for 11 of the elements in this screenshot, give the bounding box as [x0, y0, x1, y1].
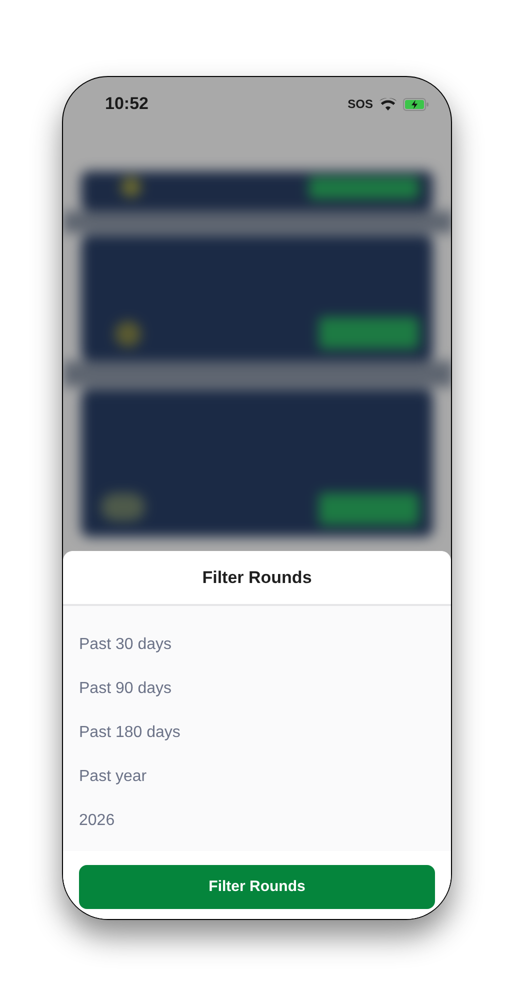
- wifi-icon: [379, 98, 397, 110]
- status-time: 10:52: [105, 93, 148, 116]
- sos-indicator: SOS: [348, 96, 373, 113]
- battery-charging-icon: [403, 98, 429, 110]
- sheet-title: Filter Rounds: [202, 566, 312, 589]
- filter-rounds-button[interactable]: Filter Rounds: [79, 865, 435, 909]
- filter-option[interactable]: Past 180 days: [79, 721, 180, 745]
- filter-option[interactable]: 2026: [79, 809, 115, 833]
- filter-option[interactable]: Past year: [79, 765, 147, 789]
- filter-option[interactable]: Past 30 days: [79, 633, 172, 657]
- filter-option[interactable]: Past 90 days: [79, 677, 172, 701]
